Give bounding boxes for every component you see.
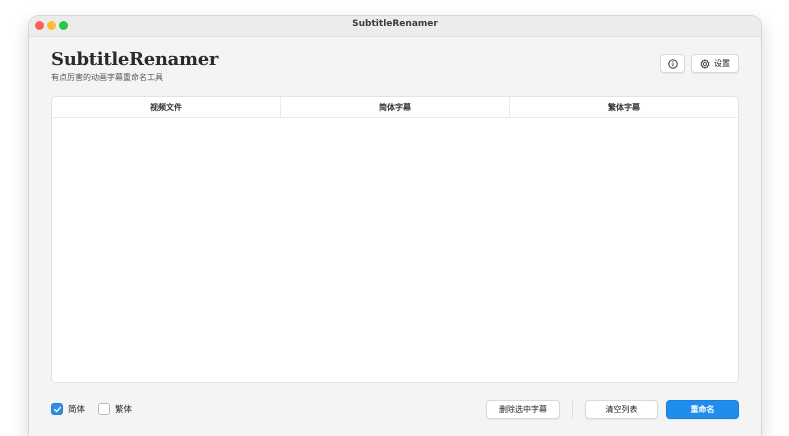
column-header-traditional-subtitle[interactable]: 繁体字幕 <box>510 97 738 117</box>
settings-button[interactable]: 设置 <box>691 54 739 73</box>
column-header-video[interactable]: 视频文件 <box>52 97 281 117</box>
checkmark-icon[interactable] <box>51 403 63 415</box>
settings-label: 设置 <box>714 59 730 68</box>
table-header: 视频文件 简体字幕 繁体字幕 <box>52 97 738 118</box>
traditional-label: 繁体 <box>115 405 133 415</box>
clear-list-button[interactable]: 清空列表 <box>585 400 658 419</box>
traditional-checkbox[interactable]: 繁体 <box>98 403 132 415</box>
simplified-checkbox[interactable]: 简体 <box>51 403 85 415</box>
app-window: SubtitleRenamer SubtitleRenamer 有点厉害的动画字… <box>29 16 761 436</box>
footer-divider <box>572 401 573 418</box>
app-subtitle: 有点厉害的动画字幕重命名工具 <box>51 73 163 82</box>
info-button[interactable] <box>660 54 685 73</box>
app-title: SubtitleRenamer <box>51 49 219 70</box>
column-header-simplified-subtitle[interactable]: 简体字幕 <box>281 97 510 117</box>
info-circle-icon <box>667 58 678 69</box>
delete-selected-subtitle-button[interactable]: 删除选中字幕 <box>486 400 560 419</box>
title-bar: SubtitleRenamer <box>29 16 761 37</box>
gear-icon <box>700 58 710 69</box>
simplified-label: 简体 <box>68 405 86 415</box>
rename-button[interactable]: 重命名 <box>666 400 739 419</box>
file-table[interactable]: 视频文件 简体字幕 繁体字幕 <box>51 96 739 383</box>
window-title: SubtitleRenamer <box>352 19 438 29</box>
empty-checkbox-icon[interactable] <box>98 403 110 415</box>
